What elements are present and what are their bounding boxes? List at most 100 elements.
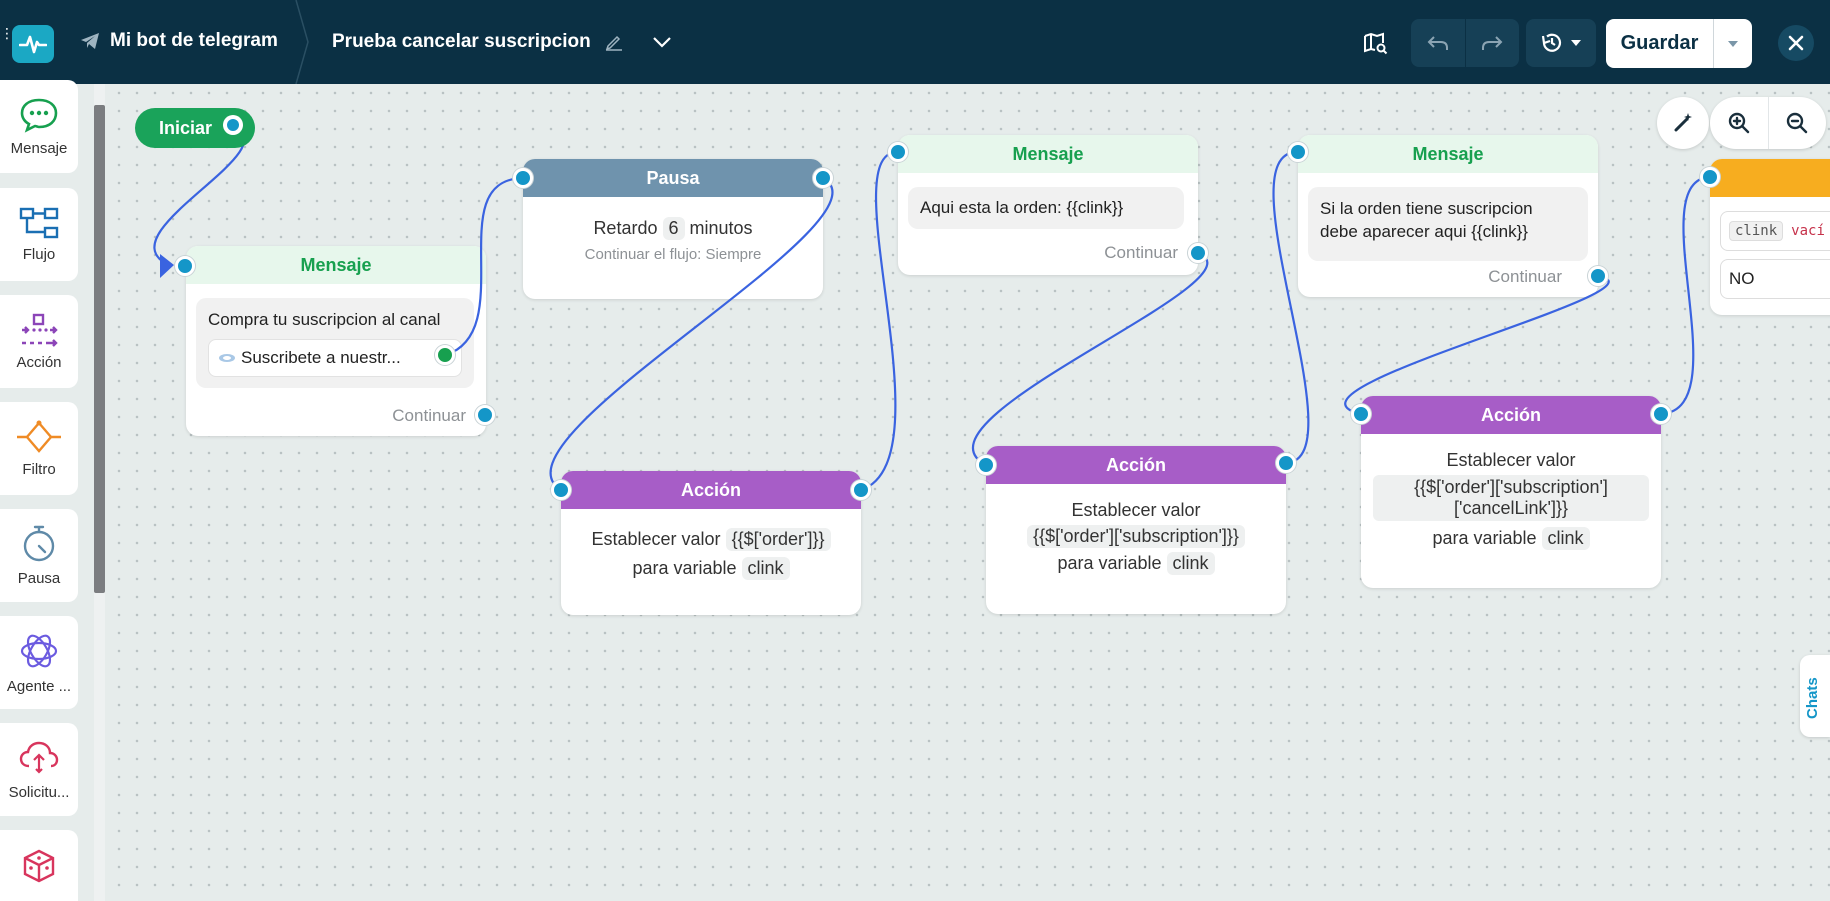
button-output-connector[interactable] (435, 345, 455, 365)
action-node[interactable]: Acción Establecer valor {{$['order']['su… (986, 446, 1286, 614)
message-text-line2: debe aparecer aqui {{clink}} (1320, 222, 1528, 241)
message-node[interactable]: Mensaje Si la orden tiene suscripcion de… (1298, 135, 1598, 297)
input-connector[interactable] (1288, 142, 1308, 162)
condition-variable: clink (1729, 221, 1784, 241)
chats-tab-label: Chats (1804, 677, 1821, 719)
save-button[interactable]: Guardar (1606, 32, 1713, 55)
filter-else-branch[interactable]: NO (1720, 259, 1830, 299)
caret-down-icon (1728, 40, 1738, 47)
close-icon (1788, 35, 1804, 51)
palette-scrollbar[interactable] (94, 105, 105, 593)
chats-tab[interactable]: Chats (1800, 655, 1830, 737)
link-icon (219, 354, 235, 362)
message-text: Aqui esta la orden: {{clink}} (920, 198, 1124, 217)
action-icon (22, 313, 58, 347)
action-node[interactable]: Acción Establecer valor {{$['order']['su… (1361, 396, 1661, 588)
output-connector[interactable] (475, 405, 495, 425)
message-bubble[interactable]: Si la orden tiene suscripcion debe apare… (1308, 187, 1588, 261)
history-button[interactable] (1526, 19, 1596, 67)
filter-icon (17, 420, 61, 453)
message-bubble[interactable]: Aqui esta la orden: {{clink}} (908, 187, 1184, 229)
variable-line: para variable clink (561, 557, 861, 580)
palette-item-random[interactable] (0, 830, 78, 901)
var-label: para variable (1057, 553, 1162, 573)
delay-prefix: Retardo (593, 218, 658, 238)
value-expression: {{$['order']['subscription']}} (1027, 525, 1245, 548)
message-node[interactable]: Mensaje Compra tu suscripcion al canal S… (186, 246, 486, 436)
chevron-down-icon[interactable] (651, 35, 673, 49)
start-label: Iniciar (159, 118, 213, 138)
node-title: Mensaje (898, 135, 1198, 173)
value-expression: {{$['order']}} (725, 528, 831, 551)
close-button[interactable] (1778, 25, 1814, 61)
chat-bubble-icon (20, 98, 58, 133)
map-search-icon (1364, 32, 1388, 55)
continue-label: Continuar (392, 406, 466, 425)
set-label: Establecer valor (1071, 500, 1201, 520)
node-title: Pausa (523, 159, 823, 197)
value-line1: {{$['order']['subscription'] (1414, 477, 1608, 497)
input-connector[interactable] (551, 480, 571, 500)
inline-button-label: Suscribete a nuestr... (241, 348, 401, 367)
node-title: Acción (986, 446, 1286, 484)
top-bar: ⋮ Mi bot de telegram Prueba cancelar sus… (0, 0, 1830, 84)
redo-button[interactable] (1466, 19, 1520, 67)
node-title: Acción (561, 471, 861, 509)
message-text-line1: Si la orden tiene suscripcion (1320, 199, 1533, 218)
input-connector[interactable] (1351, 404, 1371, 424)
app-logo[interactable] (12, 25, 54, 63)
action-node[interactable]: Acción Establecer valor {{$['order']}} p… (561, 471, 861, 615)
filter-condition[interactable]: clink vací (1720, 211, 1830, 251)
value-expression: {{$['order']['subscription'] ['cancelLin… (1373, 475, 1649, 521)
inline-button[interactable]: Suscribete a nuestr... (208, 339, 462, 377)
auto-arrange-button[interactable] (1657, 97, 1709, 149)
input-connector[interactable] (513, 168, 533, 188)
undo-redo-group (1411, 19, 1519, 67)
output-connector[interactable] (1188, 243, 1208, 263)
value-line2: ['cancelLink']}} (1454, 498, 1568, 518)
flow-icon (19, 207, 59, 239)
variable-name: clink (1166, 552, 1215, 575)
value-line: {{$['order']['subscription']}} (986, 525, 1286, 548)
output-connector[interactable] (813, 168, 833, 188)
input-connector[interactable] (1700, 167, 1720, 187)
bot-selector[interactable]: Mi bot de telegram (80, 30, 278, 52)
palette-label: Flujo (22, 246, 56, 263)
input-connector[interactable] (888, 142, 908, 162)
palette-item-mensaje[interactable]: Mensaje (0, 80, 78, 173)
cloud-request-icon (19, 741, 59, 774)
zoom-out-button[interactable] (1769, 97, 1827, 149)
output-connector[interactable] (1588, 266, 1608, 286)
palette-item-solicitud[interactable]: Solicitu... (0, 723, 78, 816)
output-connector[interactable] (1651, 404, 1671, 424)
output-connector[interactable] (851, 480, 871, 500)
palette-item-filtro[interactable]: Filtro (0, 402, 78, 495)
palette-item-pausa[interactable]: Pausa (0, 509, 78, 602)
magic-wand-icon (1674, 113, 1692, 132)
palette-item-accion[interactable]: Acción (0, 295, 78, 388)
pause-node[interactable]: Pausa Retardo 6 minutos Continuar el flu… (523, 159, 823, 299)
variable-name: clink (741, 557, 790, 580)
undo-button[interactable] (1411, 19, 1466, 67)
message-node[interactable]: Mensaje Aqui esta la orden: {{clink}} Co… (898, 135, 1198, 275)
input-connector[interactable] (175, 256, 195, 276)
telegram-icon (81, 33, 99, 49)
start-node[interactable]: Iniciar (135, 108, 255, 148)
edit-pencil-icon[interactable] (605, 33, 623, 51)
message-bubble[interactable]: Compra tu suscripcion al canal Suscribet… (196, 298, 474, 388)
delay-unit: minutos (689, 218, 753, 238)
preview-button[interactable] (1356, 19, 1396, 67)
message-text: Compra tu suscripcion al canal (208, 310, 441, 329)
drag-handle-icon[interactable]: ⋮ (0, 26, 14, 48)
delay-line: Retardo 6 minutos (523, 217, 823, 240)
output-connector[interactable] (1276, 453, 1296, 473)
palette-item-agente[interactable]: Agente ... (0, 616, 78, 709)
palette-item-flujo[interactable]: Flujo (0, 188, 78, 281)
save-options-button[interactable] (1713, 19, 1752, 68)
zoom-in-button[interactable] (1710, 97, 1769, 149)
start-connector[interactable] (223, 115, 243, 135)
node-title: Mensaje (186, 246, 486, 284)
filter-node[interactable]: clink vací NO (1710, 159, 1830, 315)
input-connector[interactable] (976, 455, 996, 475)
palette-label: Filtro (22, 461, 56, 478)
